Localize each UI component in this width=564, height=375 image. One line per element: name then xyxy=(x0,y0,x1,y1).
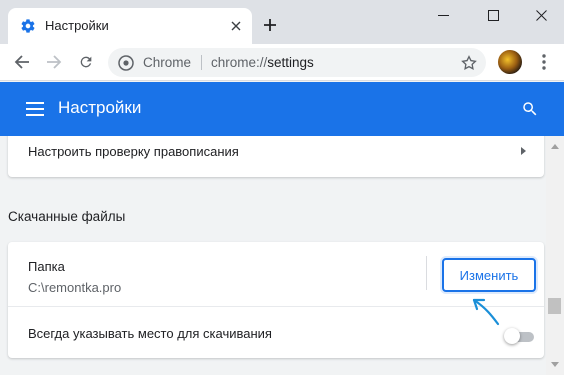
tab-title: Настройки xyxy=(45,18,109,33)
back-arrow-icon[interactable] xyxy=(10,50,34,74)
downloads-section-title: Скачанные файлы xyxy=(8,209,126,224)
page-title: Настройки xyxy=(58,98,142,117)
tab-strip: Настройки xyxy=(0,0,564,44)
settings-header: Настройки xyxy=(0,82,564,136)
ask-location-label: Всегда указывать место для скачивания xyxy=(28,326,272,341)
more-vert-icon[interactable] xyxy=(534,50,554,74)
hamburger-icon[interactable] xyxy=(24,98,46,120)
omnibox-url[interactable]: chrome://settings xyxy=(211,55,314,70)
star-icon[interactable] xyxy=(460,54,478,72)
scroll-thumb[interactable] xyxy=(548,298,561,314)
spellcheck-row[interactable]: Настроить проверку правописания xyxy=(8,136,544,177)
arrow-right-icon xyxy=(521,147,526,155)
plus-icon[interactable] xyxy=(259,14,281,36)
maximize-icon[interactable] xyxy=(470,0,516,30)
search-icon[interactable] xyxy=(518,97,542,121)
tab-settings[interactable]: Настройки xyxy=(8,8,252,44)
spellcheck-label: Настроить проверку правописания xyxy=(28,144,239,159)
spellcheck-card: Настроить проверку правописания xyxy=(8,136,544,177)
close-icon[interactable] xyxy=(226,16,246,36)
chrome-icon xyxy=(118,55,134,71)
divider xyxy=(426,256,427,290)
browser-toolbar: Chrome chrome://settings xyxy=(0,44,564,81)
omnibox-site-label: Chrome xyxy=(143,55,192,70)
settings-content: Настроить проверку правописания Скачанны… xyxy=(0,136,546,375)
forward-arrow-icon[interactable] xyxy=(42,50,66,74)
annotation-arrow-icon xyxy=(462,290,502,326)
toggle-knob xyxy=(504,328,520,344)
folder-label: Папка xyxy=(28,259,65,274)
scrollbar[interactable] xyxy=(546,136,564,375)
change-folder-button[interactable]: Изменить xyxy=(442,258,536,292)
gear-icon xyxy=(20,18,36,34)
url-host: settings xyxy=(267,55,314,70)
scroll-up-icon[interactable] xyxy=(551,144,559,149)
avatar[interactable] xyxy=(498,50,522,74)
ask-location-toggle[interactable] xyxy=(504,328,534,344)
minimize-icon[interactable] xyxy=(420,0,466,30)
reload-icon[interactable] xyxy=(74,50,98,74)
omnibox[interactable]: Chrome chrome://settings xyxy=(108,48,486,77)
url-scheme: chrome:// xyxy=(211,55,268,70)
scroll-down-icon[interactable] xyxy=(551,362,559,367)
window-close-icon[interactable] xyxy=(518,0,564,30)
folder-path: C:\remontka.pro xyxy=(28,280,122,295)
omnibox-divider xyxy=(201,55,202,70)
